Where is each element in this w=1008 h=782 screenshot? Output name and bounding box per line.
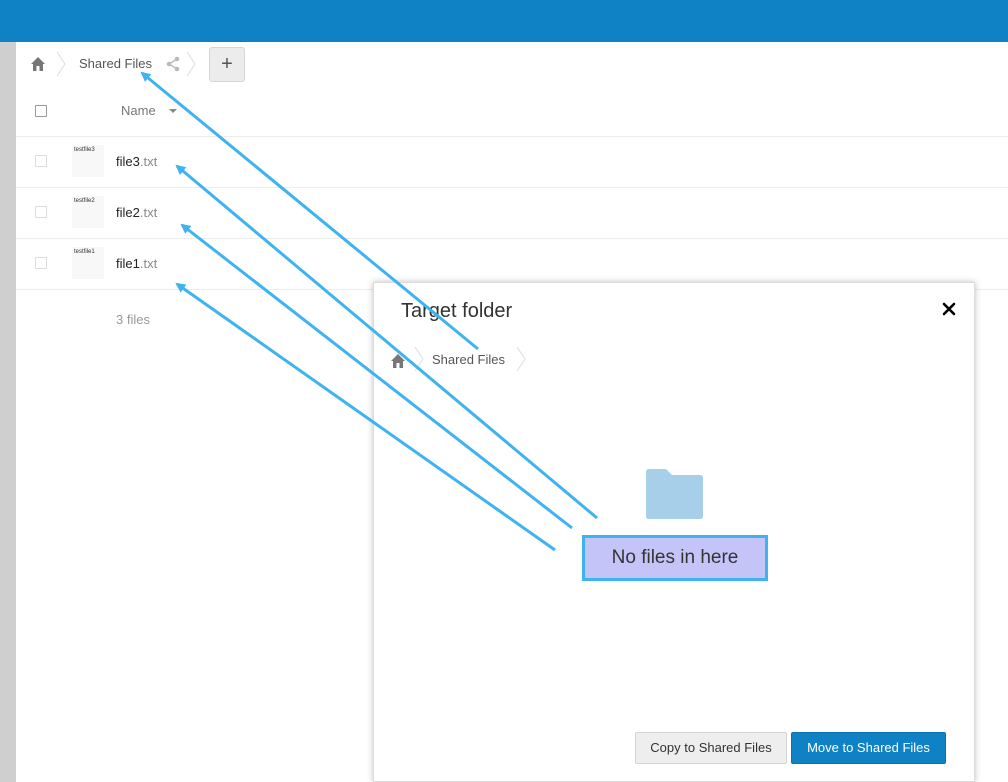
file-extension: .txt: [139, 256, 158, 271]
file-count-summary: 3 files: [116, 312, 150, 327]
row-checkbox[interactable]: [35, 257, 47, 269]
table-row[interactable]: testfile2 file2.txt: [16, 188, 1008, 239]
select-all-checkbox[interactable]: [35, 105, 47, 117]
top-header-bar: [0, 0, 1008, 42]
folder-icon: [646, 469, 703, 519]
breadcrumb-separator-icon: [186, 52, 196, 76]
file-thumbnail: testfile1: [72, 247, 104, 279]
file-extension: .txt: [139, 205, 158, 220]
file-thumbnail: testfile3: [72, 145, 104, 177]
file-basename: file1: [116, 256, 140, 271]
new-item-button[interactable]: +: [209, 47, 245, 82]
row-checkbox[interactable]: [35, 155, 47, 167]
file-basename: file2: [116, 205, 140, 220]
breadcrumb: Shared Files +: [16, 42, 1008, 88]
target-folder-dialog: Target folder Shared Files No files in h…: [373, 282, 975, 782]
row-checkbox[interactable]: [35, 206, 47, 218]
left-edge-strip: [0, 42, 16, 782]
dialog-breadcrumb-shared-files[interactable]: Shared Files: [432, 352, 505, 367]
file-name-link[interactable]: file1.txt: [116, 256, 157, 271]
dialog-title: Target folder: [401, 300, 513, 322]
copy-button[interactable]: Copy to Shared Files: [635, 732, 787, 764]
thumbnail-text: testfile1: [74, 249, 95, 255]
thumbnail-text: testfile3: [74, 147, 95, 153]
file-name-link[interactable]: file3.txt: [116, 154, 157, 169]
home-icon[interactable]: [30, 56, 46, 72]
breadcrumb-separator-icon: [56, 52, 66, 76]
name-column-header[interactable]: Name: [121, 103, 156, 118]
breadcrumb-separator-icon: [414, 347, 424, 371]
file-thumbnail: testfile2: [72, 196, 104, 228]
file-basename: file3: [116, 154, 140, 169]
file-name-link[interactable]: file2.txt: [116, 205, 157, 220]
file-list-header: Name: [16, 88, 1008, 137]
home-icon[interactable]: [390, 353, 406, 369]
table-row[interactable]: testfile3 file3.txt: [16, 137, 1008, 188]
thumbnail-text: testfile2: [74, 198, 95, 204]
empty-folder-message: No files in here: [582, 535, 768, 581]
close-icon[interactable]: [941, 301, 957, 317]
move-button[interactable]: Move to Shared Files: [791, 732, 946, 764]
breadcrumb-separator-icon: [516, 347, 526, 371]
breadcrumb-shared-files[interactable]: Shared Files: [79, 56, 152, 71]
file-extension: .txt: [139, 154, 158, 169]
caret-down-icon[interactable]: [169, 109, 177, 113]
share-icon[interactable]: [165, 56, 181, 72]
